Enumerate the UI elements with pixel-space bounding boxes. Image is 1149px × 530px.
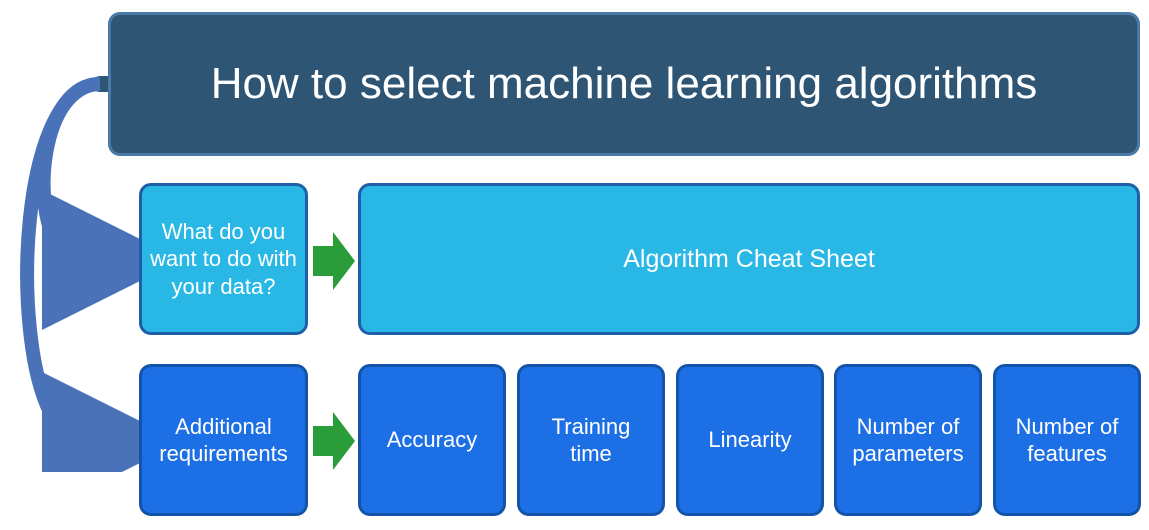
cheat-sheet-text: Algorithm Cheat Sheet: [623, 245, 875, 274]
additional-requirements-box: Additional requirements: [139, 364, 308, 516]
question-text: What do you want to do with your data?: [150, 218, 297, 301]
title-box: How to select machine learning algorithm…: [108, 12, 1140, 156]
arrow-right-icon: [313, 412, 355, 470]
factor-linearity-box: Linearity: [676, 364, 824, 516]
title-text: How to select machine learning algorithm…: [211, 59, 1038, 109]
question-box: What do you want to do with your data?: [139, 183, 308, 335]
factor-num-features-box: Number of features: [993, 364, 1141, 516]
factor-num-features-text: Number of features: [1004, 413, 1130, 468]
factor-num-params-box: Number of parameters: [834, 364, 982, 516]
factor-training-time-text: Training time: [528, 413, 654, 468]
factor-accuracy-text: Accuracy: [387, 426, 477, 454]
cheat-sheet-box: Algorithm Cheat Sheet: [358, 183, 1140, 335]
arrow-right-icon: [313, 232, 355, 290]
factor-linearity-text: Linearity: [708, 426, 791, 454]
factor-num-params-text: Number of parameters: [845, 413, 971, 468]
additional-requirements-text: Additional requirements: [150, 413, 297, 468]
factor-training-time-box: Training time: [517, 364, 665, 516]
factor-accuracy-box: Accuracy: [358, 364, 506, 516]
